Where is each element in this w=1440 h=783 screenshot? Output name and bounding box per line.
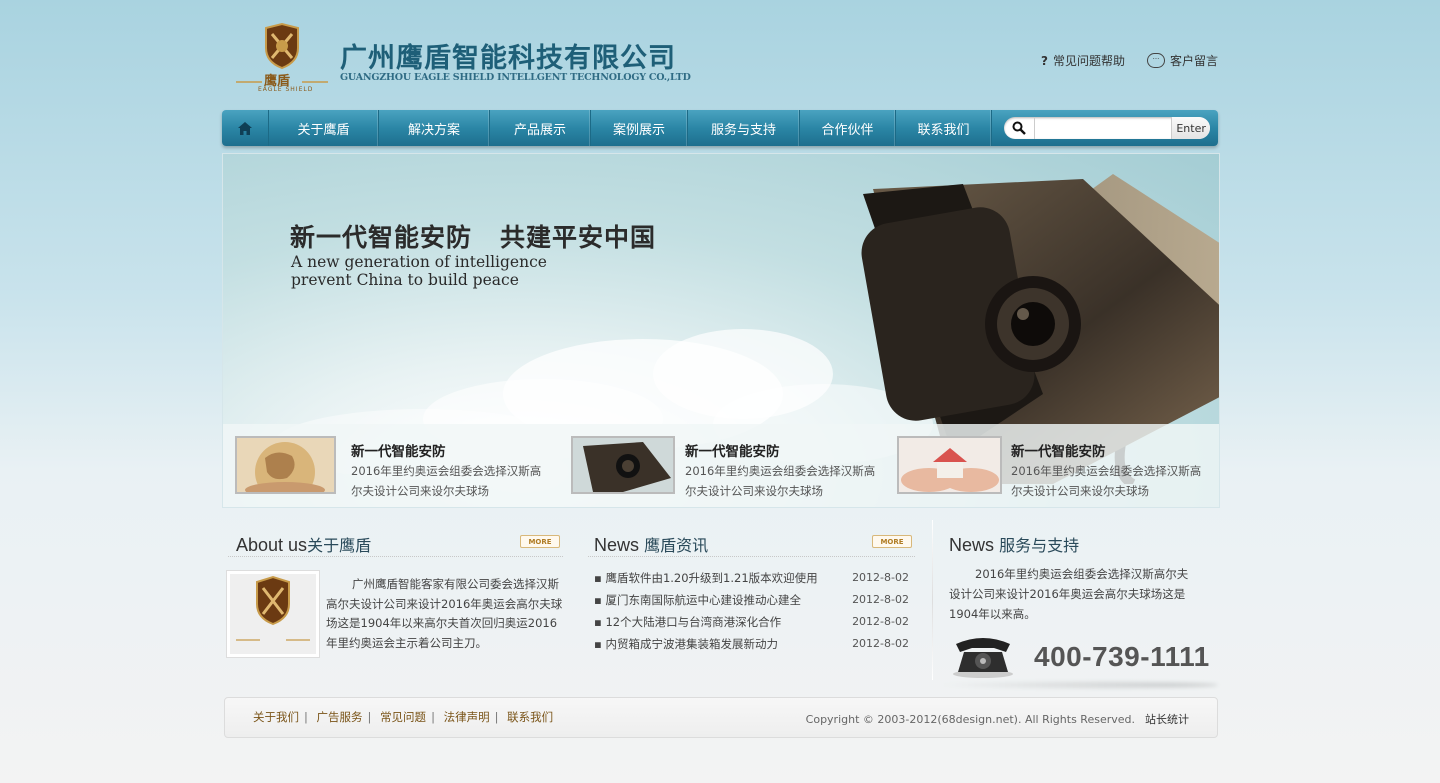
- faq-help-link[interactable]: ? 常见问题帮助: [1041, 52, 1125, 69]
- news-item: ▪ 厦门东南国际航运中心建设推动心建全 2012-8-02: [594, 589, 909, 611]
- main-nav: 关于鹰盾 解决方案 产品展示 案例展示 服务与支持 合作伙伴 联系我们 Ente…: [222, 110, 1218, 146]
- news-title-en: News: [594, 535, 640, 555]
- service-title-en: News: [949, 535, 995, 555]
- nav-item-partners[interactable]: 合作伙伴: [800, 110, 896, 146]
- feature-title[interactable]: 新一代智能安防: [351, 440, 551, 460]
- chat-bubble-icon: ···: [1146, 53, 1165, 68]
- customer-message-link[interactable]: ··· 客户留言: [1146, 52, 1218, 69]
- service-description: 2016年里约奥运会组委会选择汉斯高尔夫设计公司来设计2016年奥运会高尔夫球场…: [949, 567, 1189, 621]
- banner-subheadline-line2: prevent China to build peace: [291, 271, 519, 289]
- news-section-title: News 鹰盾资讯: [594, 532, 708, 556]
- question-icon: ?: [1041, 53, 1048, 68]
- divider: [228, 556, 563, 557]
- company-name-cn: 广州鹰盾智能科技有限公司: [340, 43, 676, 74]
- search-icon[interactable]: [1004, 117, 1036, 139]
- nav-item-service[interactable]: 服务与支持: [688, 110, 800, 146]
- search-enter-button[interactable]: Enter: [1171, 117, 1210, 139]
- feature-item[interactable]: 新一代智能安防 2016年里约奥运会组委会选择汉斯高尔夫设计公司来设尔夫球场: [235, 436, 551, 501]
- nav-item-about[interactable]: 关于鹰盾: [269, 110, 379, 146]
- search-box: Enter: [1004, 117, 1210, 139]
- top-links: ? 常见问题帮助 ··· 客户留言: [1041, 52, 1218, 69]
- hero-banner: 新一代智能安防 共建平安中国 A new generation of intell…: [222, 153, 1220, 508]
- feature-thumbs: 新一代智能安防 2016年里约奥运会组委会选择汉斯高尔夫设计公司来设尔夫球场 新…: [223, 424, 1219, 507]
- news-list: ▪ 鹰盾软件由1.20升级到1.21版本欢迎使用 2012-8-02 ▪ 厦门东…: [594, 567, 909, 655]
- nav-item-cases[interactable]: 案例展示: [591, 110, 688, 146]
- footer-link-about[interactable]: 关于我们: [253, 710, 299, 724]
- telephone-icon: [953, 638, 1013, 678]
- footer-link-ads[interactable]: 广告服务: [317, 710, 363, 724]
- page-wrapper: 鹰盾 EAGLE SHIELD 广州鹰盾智能科技有限公司 GUANGZHOU E…: [222, 0, 1220, 783]
- about-section-title: About us关于鹰盾: [236, 532, 371, 556]
- copyright-text: Copyright © 2003-2012(68design.net). All…: [805, 713, 1135, 726]
- feature-desc: 2016年里约奥运会组委会选择汉斯高尔夫设计公司来设尔夫球场: [351, 464, 542, 498]
- section-divider: [932, 520, 933, 680]
- news-item-date: 2012-8-02: [852, 593, 909, 606]
- footer-link-legal[interactable]: 法律声明: [444, 710, 490, 724]
- feature-item[interactable]: 新一代智能安防 2016年里约奥运会组委会选择汉斯高尔夫设计公司来设尔夫球场: [571, 436, 885, 501]
- feature-desc: 2016年里约奥运会组委会选择汉斯高尔夫设计公司来设尔夫球场: [1011, 464, 1202, 498]
- banner-subheadline: A new generation of intelligence prevent…: [291, 253, 547, 289]
- feature-title[interactable]: 新一代智能安防: [1011, 440, 1211, 460]
- faq-help-label: 常见问题帮助: [1052, 54, 1125, 68]
- news-more-button[interactable]: MORE: [872, 535, 912, 548]
- feature-text: 新一代智能安防 2016年里约奥运会组委会选择汉斯高尔夫设计公司来设尔夫球场: [685, 436, 885, 501]
- feature-title[interactable]: 新一代智能安防: [685, 440, 885, 460]
- banner-headline-part2: 共建平安中国: [500, 223, 657, 252]
- news-item-date: 2012-8-02: [852, 571, 909, 584]
- footer-links: 关于我们 | 广告服务 | 常见问题 | 法律声明 | 联系我们: [253, 710, 554, 724]
- globe-hands-thumbnail[interactable]: [235, 436, 336, 494]
- copyright: Copyright © 2003-2012(68design.net). All…: [806, 711, 1189, 727]
- feature-text: 新一代智能安防 2016年里约奥运会组委会选择汉斯高尔夫设计公司来设尔夫球场: [351, 436, 551, 501]
- nav-item-contact[interactable]: 联系我们: [896, 110, 992, 146]
- banner-subheadline-line1: A new generation of intelligence: [291, 253, 547, 271]
- company-name-en: GUANGZHOU EAGLE SHIELD INTELLGENT TECHNO…: [340, 72, 691, 83]
- site-stats-link[interactable]: 站长统计: [1145, 713, 1189, 726]
- home-icon: [238, 121, 252, 135]
- about-more-button[interactable]: MORE: [520, 535, 560, 548]
- news-item-date: 2012-8-02: [852, 637, 909, 650]
- news-item-title[interactable]: ▪ 12个大陆港口与台湾商港深化合作: [594, 611, 781, 633]
- about-description: 广州鹰盾智能客家有限公司委会选择汉斯高尔夫设计公司来设计2016年奥运会高尔夫球…: [326, 577, 563, 650]
- about-title-cn: 关于鹰盾: [307, 536, 372, 555]
- news-item: ▪ 鹰盾软件由1.20升级到1.21版本欢迎使用 2012-8-02: [594, 567, 909, 589]
- search-input[interactable]: [1035, 118, 1172, 138]
- nav-item-products[interactable]: 产品展示: [490, 110, 591, 146]
- service-section-title: News 服务与支持: [949, 532, 1079, 556]
- feature-item[interactable]: 新一代智能安防 2016年里约奥运会组委会选择汉斯高尔夫设计公司来设尔夫球场: [897, 436, 1211, 501]
- news-item-title[interactable]: ▪ 鹰盾软件由1.20升级到1.21版本欢迎使用: [594, 567, 818, 589]
- logo-subtext: EAGLE SHIELD: [258, 86, 314, 93]
- banner-headline: 新一代智能安防 共建平安中国: [290, 218, 656, 254]
- customer-message-label: 客户留言: [1169, 54, 1218, 68]
- news-title-cn: 鹰盾资讯: [644, 536, 709, 555]
- feature-text: 新一代智能安防 2016年里约奥运会组委会选择汉斯高尔夫设计公司来设尔夫球场: [1011, 436, 1211, 501]
- company-logo[interactable]: 鹰盾 EAGLE SHIELD: [234, 22, 330, 96]
- feature-desc: 2016年里约奥运会组委会选择汉斯高尔夫设计公司来设尔夫球场: [685, 464, 876, 498]
- nav-item-solutions[interactable]: 解决方案: [379, 110, 490, 146]
- banner-headline-part1: 新一代智能安防: [290, 223, 473, 252]
- news-item: ▪ 内贸箱成宁波港集装箱发展新动力 2012-8-02: [594, 633, 909, 655]
- security-camera-thumbnail[interactable]: [571, 436, 675, 494]
- divider: [588, 556, 915, 557]
- house-hands-thumbnail[interactable]: [897, 436, 1002, 494]
- service-shadow: [934, 682, 1218, 688]
- news-item-date: 2012-8-02: [852, 615, 909, 628]
- news-item: ▪ 12个大陆港口与台湾商港深化合作 2012-8-02: [594, 611, 909, 633]
- service-title-cn: 服务与支持: [999, 536, 1080, 555]
- nav-home[interactable]: [222, 110, 269, 146]
- footer: 关于我们 | 广告服务 | 常见问题 | 法律声明 | 联系我们 Copyright ©…: [224, 697, 1218, 738]
- hotline-number: 400-739-1111: [1034, 641, 1210, 672]
- news-item-title[interactable]: ▪ 厦门东南国际航运中心建设推动心建全: [594, 589, 801, 611]
- news-item-title[interactable]: ▪ 内贸箱成宁波港集装箱发展新动力: [594, 633, 778, 655]
- about-title-en: About us: [236, 535, 308, 555]
- about-logo-image[interactable]: [226, 570, 320, 658]
- footer-link-contact[interactable]: 联系我们: [507, 710, 553, 724]
- footer-link-faq[interactable]: 常见问题: [380, 710, 426, 724]
